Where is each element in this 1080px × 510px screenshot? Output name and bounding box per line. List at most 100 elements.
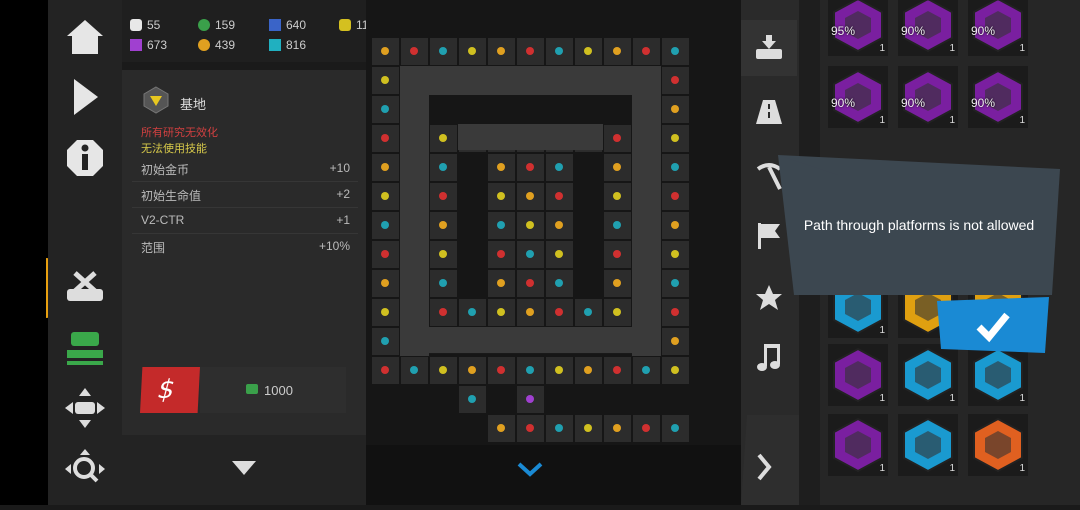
tower-menu-button[interactable] [741, 20, 797, 76]
tower-slot[interactable] [546, 154, 573, 181]
tower-slot[interactable] [372, 299, 399, 326]
inventory-tile[interactable]: 1 [898, 344, 958, 406]
zoom-search-button[interactable] [62, 446, 108, 492]
tower-slot[interactable] [430, 125, 457, 152]
tower-slot[interactable] [430, 154, 457, 181]
move-camera-button[interactable] [62, 385, 108, 431]
tower-slot[interactable] [430, 299, 457, 326]
collapse-panel-button[interactable] [122, 435, 366, 505]
inventory-tile[interactable]: 90% 1 [968, 0, 1028, 56]
tower-slot[interactable] [546, 212, 573, 239]
tower-slot[interactable] [401, 38, 428, 65]
tower-slot[interactable] [604, 299, 631, 326]
tower-slot[interactable] [430, 357, 457, 384]
tower-slot[interactable] [517, 270, 544, 297]
tower-slot[interactable] [662, 154, 689, 181]
tower-slot[interactable] [488, 299, 515, 326]
tower-slot[interactable] [488, 415, 515, 442]
tower-slot[interactable] [372, 212, 399, 239]
play-button[interactable] [62, 74, 108, 120]
inventory-tile[interactable]: 1 [828, 344, 888, 406]
tower-slot[interactable] [459, 38, 486, 65]
tower-slot[interactable] [459, 357, 486, 384]
tower-slot[interactable] [575, 357, 602, 384]
tower-slot[interactable] [546, 38, 573, 65]
tower-slot[interactable] [517, 241, 544, 268]
tower-slot[interactable] [517, 357, 544, 384]
map-grid[interactable] [366, 0, 741, 445]
tower-slot[interactable] [604, 270, 631, 297]
tower-slot[interactable] [430, 38, 457, 65]
inventory-tile[interactable]: 90% 1 [828, 66, 888, 128]
tower-slot[interactable] [604, 183, 631, 210]
sell-button[interactable]: $ [140, 367, 200, 413]
tower-slot[interactable] [372, 96, 399, 123]
road-button[interactable] [741, 84, 797, 140]
next-page-button[interactable] [735, 415, 800, 505]
tower-slot[interactable] [430, 212, 457, 239]
tower-slot[interactable] [604, 212, 631, 239]
chevron-down-icon[interactable] [516, 461, 544, 477]
tower-slot[interactable] [633, 38, 660, 65]
tower-slot[interactable] [604, 125, 631, 152]
tower-slot[interactable] [517, 386, 544, 413]
inventory-tile[interactable]: 1 [968, 414, 1028, 476]
tower-slot[interactable] [546, 270, 573, 297]
tower-slot[interactable] [430, 183, 457, 210]
inventory-tile[interactable]: 90% 1 [898, 66, 958, 128]
tower-slot[interactable] [662, 328, 689, 355]
inventory-tile[interactable]: 1 [898, 414, 958, 476]
tower-slot[interactable] [430, 270, 457, 297]
music-button[interactable] [741, 330, 797, 386]
game-map[interactable] [366, 0, 741, 445]
tower-slot[interactable] [459, 299, 486, 326]
tower-slot[interactable] [604, 154, 631, 181]
tower-slot[interactable] [604, 357, 631, 384]
tower-slot[interactable] [662, 270, 689, 297]
tower-slot[interactable] [517, 183, 544, 210]
tower-slot[interactable] [488, 270, 515, 297]
tower-slot[interactable] [575, 299, 602, 326]
tower-slot[interactable] [633, 415, 660, 442]
tower-slot[interactable] [372, 328, 399, 355]
tower-slot[interactable] [546, 357, 573, 384]
tower-slot[interactable] [546, 415, 573, 442]
inventory-tile[interactable]: 90% 1 [968, 66, 1028, 128]
inventory-tile[interactable]: 1 [968, 344, 1028, 406]
tower-slot[interactable] [488, 183, 515, 210]
tower-slot[interactable] [662, 125, 689, 152]
tower-slot[interactable] [372, 38, 399, 65]
tower-slot[interactable] [488, 357, 515, 384]
tower-slot[interactable] [488, 154, 515, 181]
tower-slot[interactable] [662, 67, 689, 94]
tower-slot[interactable] [604, 241, 631, 268]
tower-slot[interactable] [372, 270, 399, 297]
tower-slot[interactable] [546, 299, 573, 326]
home-button[interactable] [62, 14, 108, 60]
confirm-button[interactable] [937, 297, 1049, 353]
inventory-tile[interactable]: 95% 1 [828, 0, 888, 56]
tower-slot[interactable] [372, 183, 399, 210]
tower-slot[interactable] [662, 415, 689, 442]
tower-slot[interactable] [430, 241, 457, 268]
inventory-tile[interactable]: 90% 1 [898, 0, 958, 56]
tower-slot[interactable] [662, 96, 689, 123]
inventory-tile[interactable]: 1 [828, 414, 888, 476]
tower-slot[interactable] [372, 154, 399, 181]
tower-slot[interactable] [517, 212, 544, 239]
tower-slot[interactable] [662, 299, 689, 326]
tower-slot[interactable] [517, 38, 544, 65]
info-button[interactable] [62, 135, 108, 181]
tower-slot[interactable] [372, 125, 399, 152]
tower-slot[interactable] [372, 67, 399, 94]
tower-slot[interactable] [546, 183, 573, 210]
build-platform-button[interactable] [62, 325, 108, 371]
tower-slot[interactable] [517, 154, 544, 181]
tower-slot[interactable] [604, 415, 631, 442]
tower-slot[interactable] [372, 357, 399, 384]
tower-slot[interactable] [662, 183, 689, 210]
tower-slot[interactable] [546, 241, 573, 268]
tower-slot[interactable] [633, 357, 660, 384]
tower-slot[interactable] [662, 38, 689, 65]
tower-slot[interactable] [488, 212, 515, 239]
